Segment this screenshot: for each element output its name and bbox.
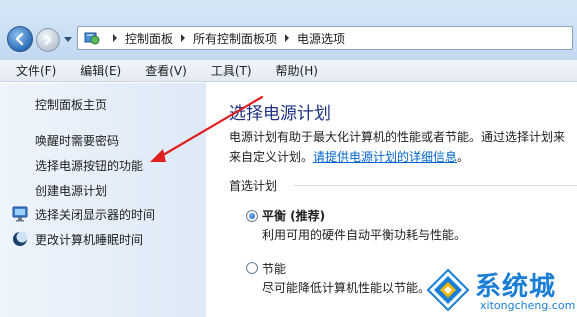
- display-icon: [11, 205, 29, 223]
- menu-view[interactable]: 查看(V): [129, 62, 195, 79]
- menu-tools[interactable]: 工具(T): [195, 62, 260, 79]
- recent-pages-dropdown[interactable]: [63, 34, 73, 46]
- control-panel-icon: [84, 32, 100, 45]
- preferred-plans-heading: 首选计划: [229, 179, 278, 193]
- breadcrumb-separator[interactable]: [281, 32, 293, 44]
- page-description: 电源计划有助于最大化计算机的性能或者节能。通过选择计划来 来自定义计划。请提供电…: [229, 127, 574, 167]
- menu-file[interactable]: 文件(F): [0, 62, 64, 79]
- section-divider: [294, 185, 577, 186]
- change-sleep-time-link[interactable]: 更改计算机睡眠时间: [11, 230, 143, 248]
- sleep-moon-icon: [11, 230, 29, 248]
- plan-details-link[interactable]: 请提供电源计划的详细信息: [313, 150, 457, 164]
- description-prefix: 来自定义计划。: [229, 150, 314, 164]
- address-bar[interactable]: 控制面板 所有控制面板项 电源选项: [77, 26, 573, 50]
- breadcrumb-all-items[interactable]: 所有控制面板项: [193, 30, 277, 47]
- arrow-right-icon: [44, 34, 52, 46]
- menu-edit[interactable]: 编辑(E): [64, 62, 129, 79]
- control-panel-home-link[interactable]: 控制面板主页: [35, 96, 107, 113]
- breadcrumb-separator[interactable]: [177, 32, 189, 44]
- forward-button[interactable]: [36, 28, 60, 52]
- title-bar: 控制面板 所有控制面板项 电源选项: [0, 0, 577, 60]
- turn-off-display-label: 选择关闭显示器的时间: [35, 207, 156, 222]
- arrow-left-icon: [15, 32, 24, 46]
- require-password-link[interactable]: 唤醒时需要密码: [35, 132, 119, 149]
- menu-bar: 文件(F) 编辑(E) 查看(V) 工具(T) 帮助(H): [0, 60, 577, 82]
- page-title: 选择电源计划: [229, 104, 331, 124]
- watermark-site: xitongcheng.com: [480, 299, 576, 312]
- power-saver-plan-description: 尽可能降低计算机性能以节能。: [262, 281, 431, 295]
- breadcrumb-control-panel[interactable]: 控制面板: [125, 30, 173, 47]
- description-suffix: 。: [457, 150, 470, 164]
- chevron-down-icon: [64, 37, 72, 42]
- breadcrumb-separator[interactable]: [109, 32, 121, 44]
- watermark-brand: 系统城: [475, 272, 557, 302]
- balanced-plan-label[interactable]: 平衡 (推荐): [262, 207, 325, 224]
- watermark: 系统城 xitongcheng.com: [424, 264, 577, 317]
- back-button[interactable]: [7, 26, 33, 52]
- turn-off-display-link[interactable]: 选择关闭显示器的时间: [11, 205, 155, 223]
- balanced-plan-description: 利用可用的硬件自动平衡功耗与性能。: [262, 228, 467, 242]
- power-saver-plan-label[interactable]: 节能: [262, 260, 286, 277]
- power-saver-plan-radio[interactable]: [246, 262, 258, 274]
- breadcrumb-power-options[interactable]: 电源选项: [297, 30, 345, 47]
- change-sleep-time-label: 更改计算机睡眠时间: [35, 232, 144, 247]
- left-nav-pane: 控制面板主页 唤醒时需要密码 选择电源按钮的功能 创建电源计划 选择关闭显示器的…: [0, 83, 206, 317]
- brand-logo-icon: [426, 268, 470, 312]
- description-line-1: 电源计划有助于最大化计算机的性能或者节能。通过选择计划来: [229, 130, 566, 144]
- menu-help[interactable]: 帮助(H): [260, 62, 326, 79]
- description-line-2: 来自定义计划。请提供电源计划的详细信息。: [229, 147, 574, 167]
- balanced-plan-radio[interactable]: [246, 210, 258, 222]
- power-button-action-link[interactable]: 选择电源按钮的功能: [35, 157, 143, 174]
- create-power-plan-link[interactable]: 创建电源计划: [35, 182, 107, 199]
